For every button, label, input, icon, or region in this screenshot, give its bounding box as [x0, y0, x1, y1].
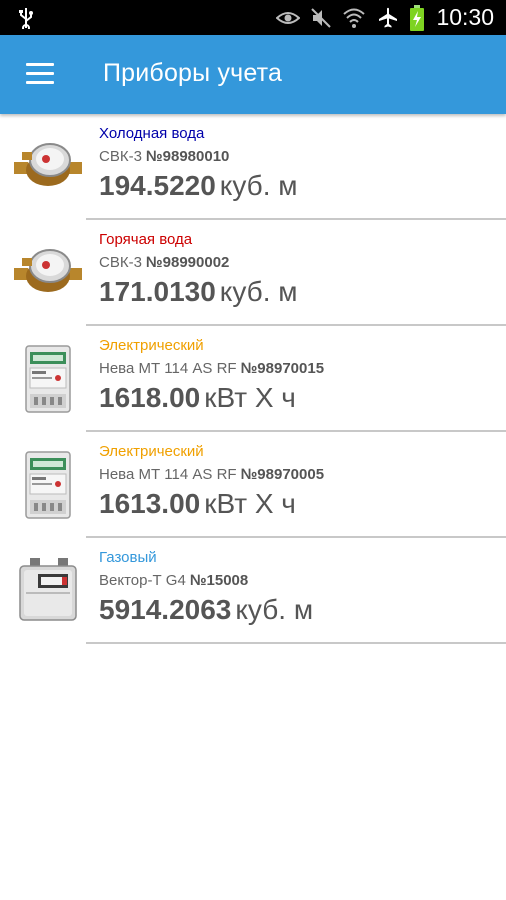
meter-type: Газовый [99, 549, 157, 566]
hamburger-menu-icon[interactable] [26, 63, 54, 85]
water-meter-icon [14, 249, 82, 292]
usb-icon [19, 8, 33, 29]
meter-item[interactable]: Электрический Нева МТ 114 AS RF №98970005… [0, 432, 506, 538]
meter-serial: №98980010 [145, 148, 230, 165]
meter-item[interactable]: Электрический Нева МТ 114 AS RF №98970015… [0, 326, 506, 432]
page-title: Приборы учета [103, 59, 283, 87]
status-bar: 10:30 [0, 0, 506, 35]
meter-model: СВК-3 [99, 254, 142, 271]
meter-type: Электрический [99, 443, 204, 460]
meter-item[interactable]: Горячая вода СВК-3 №98990002 171.0130 куб.… [0, 220, 506, 326]
meter-unit: куб. м [235, 594, 314, 625]
meter-unit: кВт Х ч [204, 382, 296, 413]
meter-model: Вектор-Т G4 [99, 572, 186, 589]
app-bar: Приборы учета [0, 35, 506, 114]
meter-serial: №15008 [189, 572, 249, 589]
meter-type: Холодная вода [99, 125, 205, 142]
meter-unit: куб. м [219, 170, 298, 201]
mute-icon [311, 7, 332, 28]
meter-reading: 5914.2063 [99, 594, 232, 625]
meter-reading: 1613.00 [99, 488, 201, 519]
meter-model: Нева МТ 114 AS RF [99, 360, 237, 377]
electric-meter-icon [25, 345, 71, 413]
meter-reading: 194.5220 [99, 170, 216, 201]
meter-item[interactable]: Газовый Вектор-Т G4 №15008 5914.2063 куб. … [0, 538, 506, 644]
gas-meter-icon [19, 558, 77, 621]
meter-unit: кВт Х ч [204, 488, 296, 519]
clock: 10:30 [436, 4, 494, 30]
meter-type: Горячая вода [99, 231, 193, 248]
electric-meter-icon [25, 451, 71, 519]
meter-model: СВК-3 [99, 148, 142, 165]
meter-serial: №98970015 [240, 360, 325, 377]
meter-type: Электрический [99, 337, 204, 354]
meter-serial: №98990002 [145, 254, 230, 271]
meter-list: Холодная вода СВК-3 №98980010 194.5220 куб… [0, 114, 506, 644]
airplane-icon [379, 7, 398, 27]
meter-serial: №98970005 [240, 466, 325, 483]
divider [86, 642, 506, 644]
meter-item[interactable]: Холодная вода СВК-3 №98980010 194.5220 куб… [0, 114, 506, 220]
meter-reading: 171.0130 [99, 276, 216, 307]
eye-icon [276, 11, 301, 24]
meter-model: Нева МТ 114 AS RF [99, 466, 237, 483]
battery-charging-icon [410, 4, 425, 31]
water-meter-icon [14, 143, 82, 186]
meter-unit: куб. м [219, 276, 298, 307]
meter-reading: 1618.00 [99, 382, 201, 413]
wifi-icon [343, 8, 366, 28]
